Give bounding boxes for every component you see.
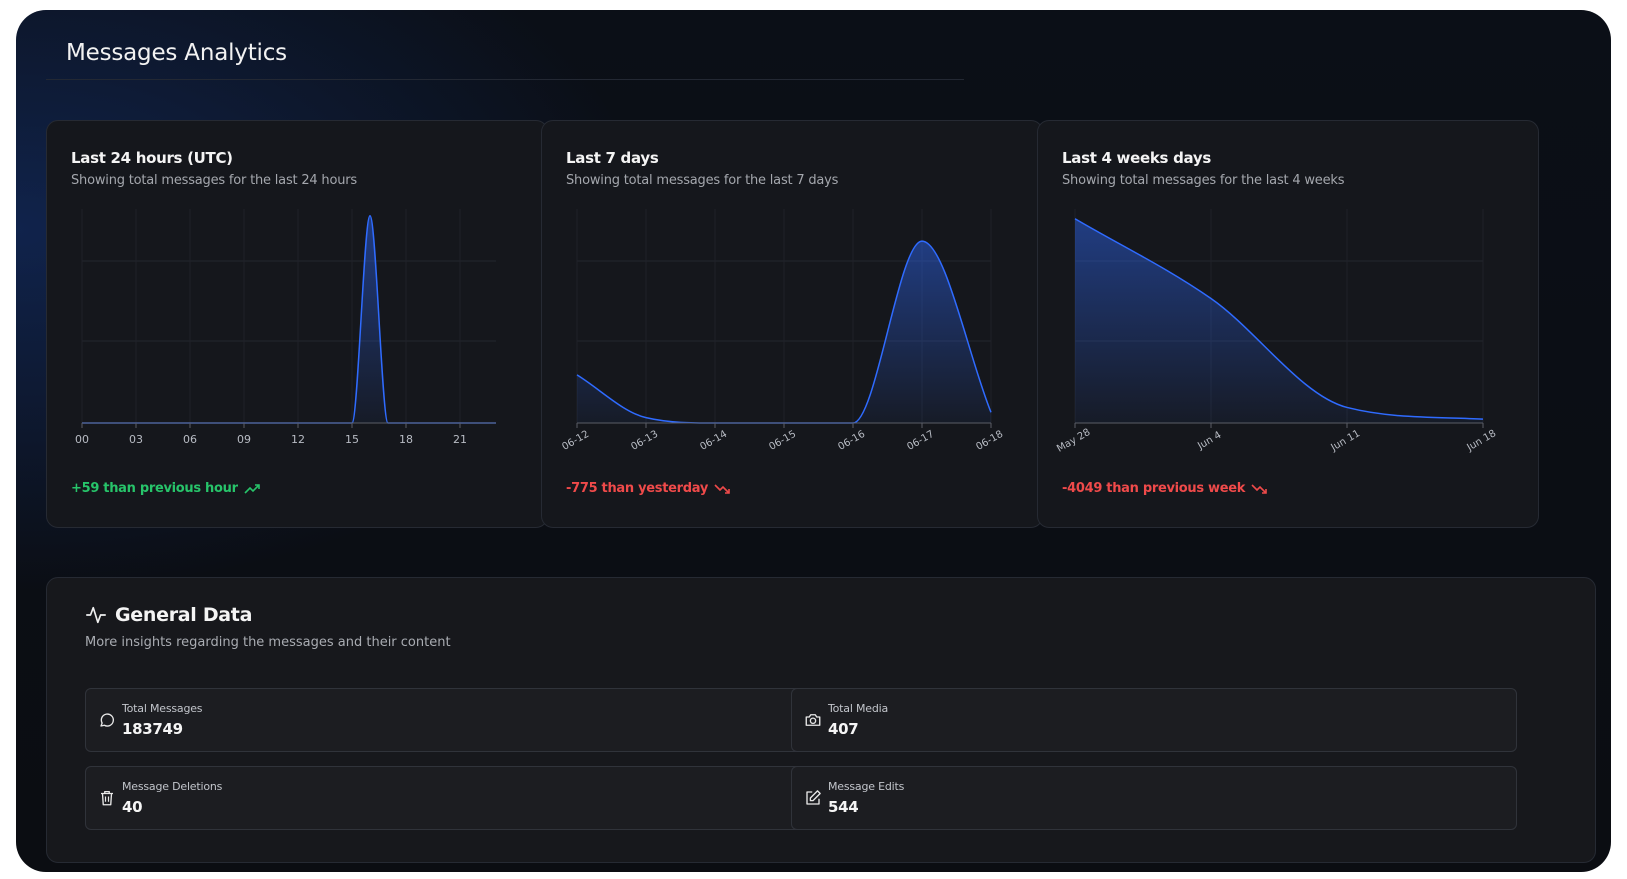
x-tick-label: 06-17 bbox=[905, 429, 936, 453]
stat-value: 40 bbox=[122, 798, 143, 816]
x-tick-label: Jun 4 bbox=[1195, 430, 1223, 453]
x-tick-label: Jun 18 bbox=[1464, 428, 1498, 454]
x-tick-label: 09 bbox=[237, 433, 251, 446]
general-data-header: General Data bbox=[85, 604, 252, 626]
camera-icon bbox=[805, 714, 821, 726]
trending-up-icon bbox=[244, 483, 260, 494]
x-tick-label: 06-14 bbox=[698, 429, 729, 453]
series-line bbox=[82, 214, 496, 424]
stat-message-deletions: Message Deletions 40 bbox=[85, 766, 811, 830]
hourly-area-chart: 00 03 06 09 12 15 18 21 bbox=[75, 209, 496, 446]
x-tick-label: 18 bbox=[399, 433, 413, 446]
message-circle-icon bbox=[100, 713, 115, 727]
x-tick-label: 06-15 bbox=[767, 429, 798, 453]
stat-value: 407 bbox=[828, 720, 859, 738]
trend-indicator: +59 than previous hour bbox=[71, 481, 260, 496]
x-tick-label: 00 bbox=[75, 433, 89, 446]
daily-area-chart: 06-12 06-13 06-14 06-15 06-16 06-17 06-18 bbox=[560, 209, 1005, 453]
card-last-4-weeks: Last 4 weeks days Showing total messages… bbox=[1037, 120, 1539, 528]
card-last-7-days: Last 7 days Showing total messages for t… bbox=[541, 120, 1043, 528]
trend-text: +59 than previous hour bbox=[71, 481, 238, 496]
stat-value: 183749 bbox=[122, 720, 183, 738]
stat-total-messages: Total Messages 183749 bbox=[85, 688, 811, 752]
activity-icon bbox=[86, 606, 106, 624]
weekly-area-chart: May 28 Jun 4 Jun 11 Jun 18 bbox=[1055, 209, 1498, 455]
trash-icon bbox=[101, 790, 113, 806]
x-tick-label: 06-18 bbox=[974, 429, 1005, 453]
x-tick-label: 21 bbox=[453, 433, 467, 446]
stat-total-media: Total Media 407 bbox=[791, 688, 1517, 752]
title-divider bbox=[46, 79, 964, 80]
x-tick-label: Jun 11 bbox=[1328, 428, 1362, 454]
page-title: Messages Analytics bbox=[66, 40, 287, 66]
x-tick-label: 15 bbox=[345, 433, 359, 446]
trend-indicator: -4049 than previous week bbox=[1062, 481, 1267, 496]
x-tick-label: 06-12 bbox=[560, 429, 591, 453]
trend-text: -4049 than previous week bbox=[1062, 481, 1246, 496]
stat-label: Total Media bbox=[828, 702, 889, 715]
trend-indicator: -775 than yesterday bbox=[566, 481, 730, 496]
card-last-24-hours: Last 24 hours (UTC) Showing total messag… bbox=[46, 120, 548, 528]
general-data-subtitle: More insights regarding the messages and… bbox=[85, 635, 451, 650]
series-area bbox=[1075, 218, 1483, 423]
edit-icon bbox=[806, 790, 821, 805]
trend-text: -775 than yesterday bbox=[566, 481, 709, 496]
x-tick-label: May 28 bbox=[1055, 427, 1092, 455]
stat-label: Message Edits bbox=[828, 780, 905, 793]
x-tick-label: 12 bbox=[291, 433, 305, 446]
x-tick-label: 06-13 bbox=[629, 429, 660, 453]
chart-grid bbox=[81, 209, 496, 423]
series-area bbox=[82, 215, 496, 423]
trending-down-icon bbox=[714, 483, 730, 494]
general-data-title: General Data bbox=[115, 604, 253, 626]
analytics-panel: Messages Analytics Last 24 hours (UTC) S… bbox=[16, 10, 1611, 872]
x-tick-label: 06 bbox=[183, 433, 197, 446]
stat-label: Message Deletions bbox=[122, 780, 223, 793]
x-tick-label: 03 bbox=[129, 433, 143, 446]
stat-label: Total Messages bbox=[122, 702, 203, 715]
general-data-section: General Data More insights regarding the… bbox=[46, 577, 1596, 863]
trending-down-icon bbox=[1251, 483, 1267, 494]
x-tick-label: 06-16 bbox=[836, 429, 867, 453]
stat-value: 544 bbox=[828, 798, 859, 816]
stat-message-edits: Message Edits 544 bbox=[791, 766, 1517, 830]
